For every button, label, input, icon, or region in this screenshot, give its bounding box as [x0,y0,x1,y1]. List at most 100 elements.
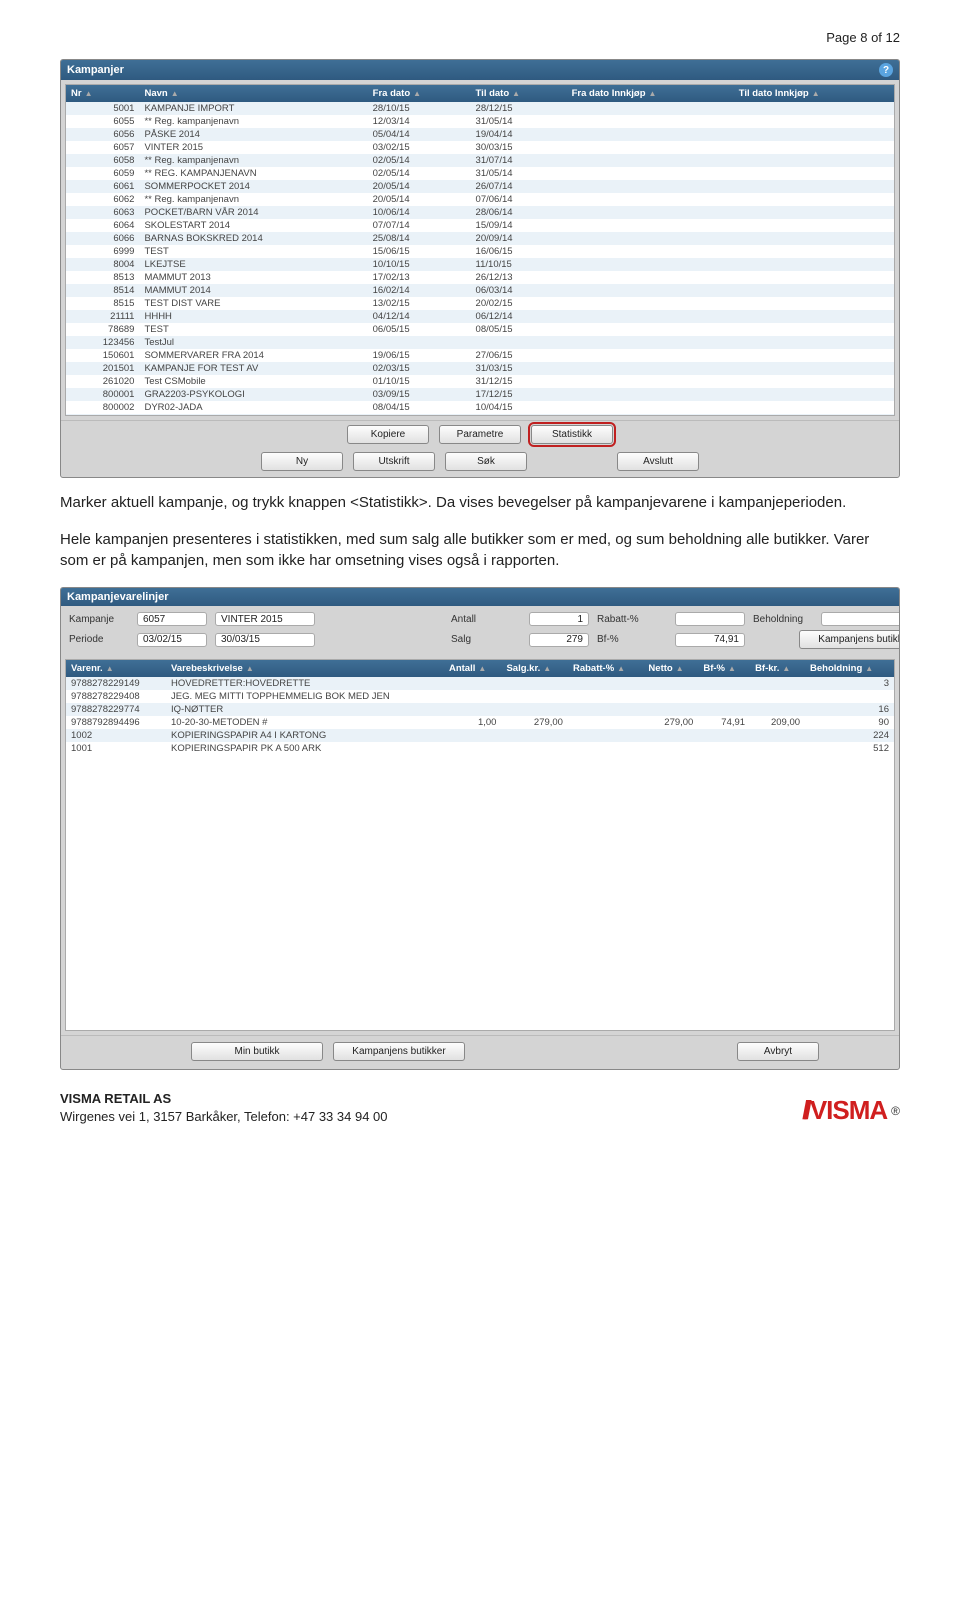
table-cell: 20/09/14 [471,232,567,245]
table-cell: 31/03/15 [471,362,567,375]
sok-button[interactable]: Søk [445,452,527,471]
column-header[interactable]: Beholdning▲ [805,660,894,677]
column-header[interactable]: Fra dato Innkjøp▲ [567,85,734,102]
table-cell [643,703,698,716]
table-row[interactable]: 150601SOMMERVARER FRA 201419/06/1527/06/… [66,349,894,362]
table-cell [698,690,750,703]
footer: VISMA RETAIL AS Wirgenes vei 1, 3157 Bar… [60,1090,900,1126]
table-row[interactable]: 9788278229774IQ-NØTTER16 [66,703,894,716]
table-cell [734,388,894,401]
table-row[interactable]: 78689TEST06/05/1508/05/15 [66,323,894,336]
table-row[interactable]: 1002KOPIERINGSPAPIR A4 I KARTONG224 [66,729,894,742]
table-row[interactable]: 800001GRA2203-PSYKOLOGI03/09/1517/12/15 [66,388,894,401]
table-row[interactable]: 8004LKEJTSE10/10/1511/10/15 [66,258,894,271]
table-row[interactable]: 800002DYR02-JADA08/04/1510/04/15 [66,401,894,414]
column-header[interactable]: Bf-%▲ [698,660,750,677]
table-cell: IQ-NØTTER [166,703,444,716]
table-row[interactable]: 8515TEST DIST VARE13/02/1520/02/15 [66,297,894,310]
column-header[interactable]: Fra dato▲ [368,85,471,102]
periode-til-field[interactable]: 30/03/15 [215,633,315,647]
table-row[interactable]: 6056PÅSKE 201405/04/1419/04/14 [66,128,894,141]
column-header[interactable]: Rabatt-%▲ [568,660,643,677]
table-cell [444,690,502,703]
ny-button[interactable]: Ny [261,452,343,471]
column-header[interactable]: Navn▲ [139,85,367,102]
table-cell [567,245,734,258]
footer-company: VISMA RETAIL AS [60,1090,388,1108]
column-header[interactable]: Netto▲ [643,660,698,677]
table-row[interactable]: 8513MAMMUT 201317/02/1326/12/13 [66,271,894,284]
column-header[interactable]: Nr▲ [66,85,139,102]
table-cell: 28/10/15 [368,102,471,115]
table-cell [734,375,894,388]
avslutt-button[interactable]: Avslutt [617,452,699,471]
table-row[interactable]: 261020Test CSMobile01/10/1531/12/15 [66,375,894,388]
table-cell [444,703,502,716]
utskrift-button[interactable]: Utskrift [353,452,435,471]
table-cell: 279,00 [501,716,568,729]
table-cell [734,245,894,258]
table-cell: 31/05/14 [471,167,567,180]
table-row[interactable]: 5001KAMPANJE IMPORT28/10/1528/12/15 [66,102,894,115]
table-row[interactable]: 9788278229149HOVEDRETTER:HOVEDRETTE3 [66,677,894,690]
table-cell: 6058 [66,154,139,167]
table-cell [501,742,568,755]
table-row[interactable]: 6061SOMMERPOCKET 201420/05/1426/07/14 [66,180,894,193]
column-header[interactable]: Varebeskrivelse▲ [166,660,444,677]
column-header[interactable]: Antall▲ [444,660,502,677]
table-row[interactable]: 201501KAMPANJE FOR TEST AV02/03/1531/03/… [66,362,894,375]
kampanjens-butikker-button[interactable]: Kampanjens butikker [333,1042,465,1061]
table-row[interactable]: 9788278229408JEG. MEG MITTI TOPPHEMMELIG… [66,690,894,703]
table-cell: MAMMUT 2014 [139,284,367,297]
table-cell: 08/05/15 [471,323,567,336]
table-cell: 8513 [66,271,139,284]
table-cell [734,141,894,154]
table-row[interactable]: 6062** Reg. kampanjenavn20/05/1407/06/14 [66,193,894,206]
table-row[interactable]: 6064SKOLESTART 201407/07/1415/09/14 [66,219,894,232]
help-icon[interactable]: ? [879,63,893,77]
table-cell [734,297,894,310]
parametre-button[interactable]: Parametre [439,425,521,444]
column-header[interactable]: Til dato Innkjøp▲ [734,85,894,102]
beholdning-field[interactable]: 1.092 [821,612,900,626]
table-cell: TestJul [139,336,367,349]
min-butikk-button[interactable]: Min butikk [191,1042,323,1061]
table-row[interactable]: 6058** Reg. kampanjenavn02/05/1431/07/14 [66,154,894,167]
column-header[interactable]: Varenr.▲ [66,660,166,677]
table-row[interactable]: 6057VINTER 201503/02/1530/03/15 [66,141,894,154]
table-row[interactable]: 6063POCKET/BARN VÅR 201410/06/1428/06/14 [66,206,894,219]
table-row[interactable]: 978879289449610-20-30-METODEN #1,00279,0… [66,716,894,729]
table-cell: ** Reg. kampanjenavn [139,115,367,128]
table-row[interactable]: 6059** REG. KAMPANJENAVN02/05/1431/05/14 [66,167,894,180]
table-row[interactable]: 6066BARNAS BOKSKRED 201425/08/1420/09/14 [66,232,894,245]
avbryt-button[interactable]: Avbryt [737,1042,819,1061]
table-row[interactable]: 123456TestJul [66,336,894,349]
statistikk-button[interactable]: Statistikk [531,425,613,444]
column-header[interactable]: Til dato▲ [471,85,567,102]
table-row[interactable]: 6999TEST15/06/1516/06/15 [66,245,894,258]
column-header[interactable]: Bf-kr.▲ [750,660,805,677]
bf-field[interactable]: 74,91 [675,633,745,647]
table-cell: KAMPANJE IMPORT [139,102,367,115]
table-row[interactable]: 6055** Reg. kampanjenavn12/03/1431/05/14 [66,115,894,128]
table-row[interactable]: 21111HHHH04/12/1406/12/14 [66,310,894,323]
kampanjens-butikker-button-top[interactable]: Kampanjens butikker [799,630,900,649]
kopiere-button[interactable]: Kopiere [347,425,429,444]
table-row[interactable]: 8514MAMMUT 201416/02/1406/03/14 [66,284,894,297]
salg-field[interactable]: 279 [529,633,589,647]
table-cell [567,167,734,180]
table-cell: SOMMERVARER FRA 2014 [139,349,367,362]
periode-fra-field[interactable]: 03/02/15 [137,633,207,647]
table-cell: 02/05/14 [368,154,471,167]
table-row[interactable]: 1001KOPIERINGSPAPIR PK A 500 ARK512 [66,742,894,755]
label-salg: Salg [451,634,521,645]
table-row[interactable]: 800003DYR01-DYREVELFERD03/09/1515/09/15 [66,414,894,416]
kampanje-navn-field[interactable]: VINTER 2015 [215,612,315,626]
column-header[interactable]: Salg.kr.▲ [501,660,568,677]
antall-field[interactable]: 1 [529,612,589,626]
table-cell [444,677,502,690]
table-cell: 6063 [66,206,139,219]
kampanje-id-field[interactable]: 6057 [137,612,207,626]
table-cell: 06/12/14 [471,310,567,323]
rabatt-field[interactable] [675,612,745,626]
